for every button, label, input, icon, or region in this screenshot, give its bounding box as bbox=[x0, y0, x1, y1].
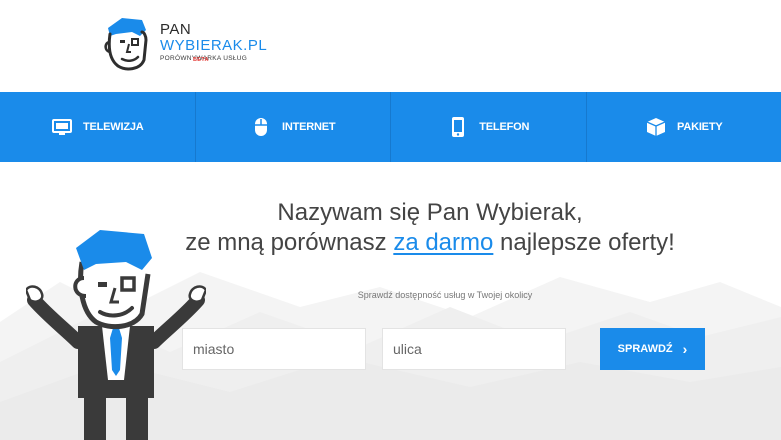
city-input[interactable] bbox=[182, 328, 366, 370]
main-nav: TELEWIZJA INTERNET TELEFON PAKIETY bbox=[0, 92, 781, 162]
nav-label-internet: INTERNET bbox=[282, 121, 336, 133]
tv-icon bbox=[51, 116, 73, 138]
street-input[interactable] bbox=[382, 328, 566, 370]
logo-tagline: PORÓWNYWARKA USŁUG bbox=[160, 55, 248, 62]
logo-text: PAN WYBIERAK.PL PORÓWNYWARKA USŁUG bbox=[160, 22, 267, 63]
nav-label-telewizja: TELEWIZJA bbox=[82, 121, 144, 133]
nav-item-telefon[interactable]: TELEFON bbox=[391, 92, 587, 162]
nav-item-internet[interactable]: INTERNET bbox=[196, 92, 391, 162]
check-button-label: SPRAWDŹ bbox=[617, 343, 673, 355]
mascot-illustration bbox=[26, 230, 206, 440]
nav-item-pakiety[interactable]: PAKIETY bbox=[587, 92, 781, 162]
chevron-right-icon: › bbox=[682, 341, 688, 357]
hero-section: Nazywam się Pan Wybierak, ze mną porówna… bbox=[0, 162, 781, 440]
hero-headline: Nazywam się Pan Wybierak, ze mną porówna… bbox=[170, 198, 690, 258]
headline-line2-post: najlepsze oferty! bbox=[493, 229, 675, 256]
header: PAN WYBIERAK.PL PORÓWNYWARKA USŁUG BETA bbox=[0, 0, 781, 92]
beta-badge: BETA bbox=[193, 57, 209, 63]
logo[interactable]: PAN WYBIERAK.PL PORÓWNYWARKA USŁUG BETA bbox=[102, 14, 272, 74]
phone-icon bbox=[447, 116, 469, 138]
za-darmo-link[interactable]: za darmo bbox=[393, 229, 493, 256]
box-icon bbox=[645, 116, 667, 138]
logo-name-line1: PAN bbox=[160, 21, 192, 38]
check-button[interactable]: SPRAWDŹ › bbox=[600, 328, 705, 370]
logo-name-line2: WYBIERAK.PL bbox=[160, 37, 268, 54]
nav-label-pakiety: PAKIETY bbox=[677, 121, 723, 133]
nav-item-telewizja[interactable]: TELEWIZJA bbox=[0, 92, 196, 162]
mouse-icon bbox=[250, 116, 272, 138]
logo-face-icon bbox=[104, 18, 148, 71]
availability-subtext: Sprawdź dostępność usług w Twojej okolic… bbox=[357, 290, 533, 300]
headline-line2-pre: ze mną porównasz bbox=[185, 229, 394, 256]
nav-label-telefon: TELEFON bbox=[479, 121, 530, 133]
headline-line1: Nazywam się Pan Wybierak, bbox=[277, 199, 583, 226]
